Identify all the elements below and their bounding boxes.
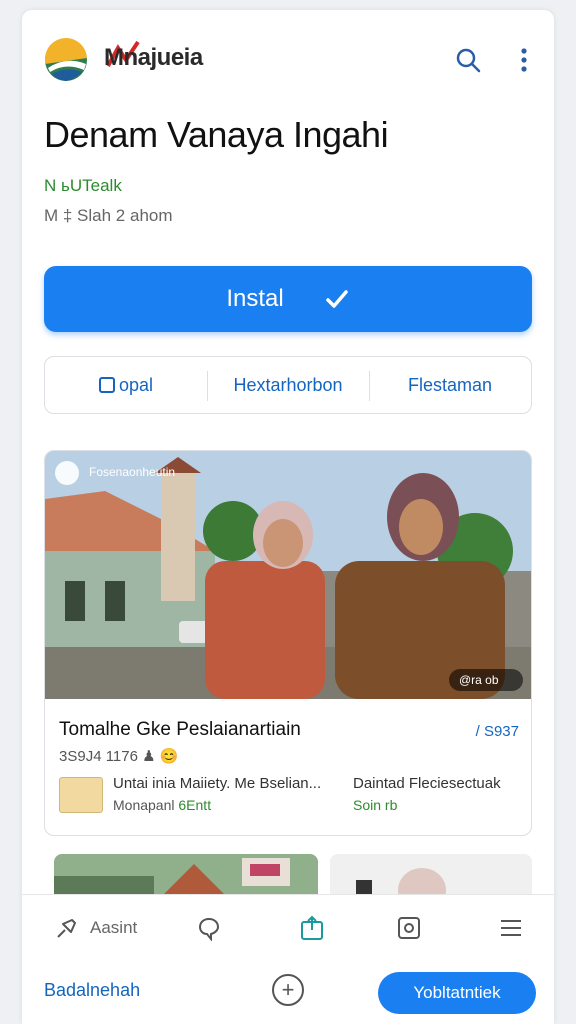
add-button[interactable]: + — [272, 974, 304, 1006]
card-thumbnail — [59, 777, 103, 813]
footer-primary-button[interactable]: Yobltatntiek — [378, 972, 536, 1014]
app-title: Denam Vanaya Ingahi — [44, 114, 389, 155]
app-screen: Mnajueia Denam Vanaya Ingahi N ьUTealk M… — [22, 10, 554, 1024]
card-row-b-accent: 6Entt — [178, 797, 212, 813]
nav-item-chat[interactable] — [196, 913, 222, 943]
tab-label: Hextarhorbon — [233, 374, 343, 395]
card-row-b-prefix: Monapanl — [113, 797, 175, 813]
tab-label: opal — [118, 374, 154, 395]
nav-item-document[interactable] — [396, 913, 422, 943]
nav-item-menu[interactable] — [498, 913, 524, 943]
bottom-nav: Aasint — [22, 894, 554, 960]
card-row-b: Monapanl 6Entt — [113, 797, 211, 813]
search-icon — [456, 48, 481, 73]
document-icon — [398, 917, 420, 939]
photo-caption: Fosenaonheutin — [89, 465, 176, 479]
share-icon — [301, 915, 323, 940]
developer-name[interactable]: N ьUTealk — [44, 176, 122, 196]
square-icon — [98, 377, 115, 393]
photo-badge: @ra ob — [459, 673, 499, 687]
featured-card[interactable]: Fosenaonheutin @ra ob Tomalhe Gke Peslai… — [44, 450, 532, 836]
menu-icon — [501, 920, 521, 936]
check-pen-icon — [325, 290, 348, 308]
app-meta: M ‡ Slah 2 ahom — [44, 206, 173, 225]
tab-hextarhorbon[interactable]: Hextarhorbon — [207, 357, 369, 413]
install-label: Instal — [226, 285, 284, 312]
card-title: Tomalhe Gke Peslaianartiain — [59, 719, 301, 740]
install-button[interactable]: Instal — [44, 266, 532, 332]
footer-link[interactable]: Badalnehah — [44, 980, 140, 1001]
card-badge: / S937 — [475, 723, 519, 740]
card-meta: 3S9J4 1176 ♟ 😊 — [59, 748, 179, 765]
search-button[interactable] — [450, 42, 486, 78]
card-row-c: Daintad Fleciesectuak — [353, 775, 501, 792]
card-row-d: Soin rb — [353, 797, 398, 813]
nav-item-share[interactable] — [298, 913, 326, 943]
chat-icon — [198, 917, 220, 941]
card-row-a: Untai inia Maiiety. Me Bselian... — [113, 775, 322, 792]
app-logo-icon — [44, 38, 87, 81]
next-card-photo[interactable] — [54, 854, 318, 894]
nav-item-aasint[interactable]: Aasint — [54, 913, 137, 943]
top-bar: Mnajueia — [22, 38, 554, 82]
tab-label: Flestaman — [407, 374, 493, 395]
tab-bar: opal Hextarhorbon Flestaman — [44, 356, 532, 414]
featured-photo — [45, 451, 531, 699]
plus-icon: + — [281, 977, 295, 1002]
more-vert-icon — [521, 48, 527, 72]
tab-flestaman[interactable]: Flestaman — [369, 357, 531, 413]
nav-label: Aasint — [90, 918, 138, 937]
footer-bar: Badalnehah + Yobltatntiek — [22, 960, 554, 1024]
more-button[interactable] — [506, 42, 542, 78]
tab-opal[interactable]: opal — [45, 357, 207, 413]
pin-icon — [57, 919, 76, 938]
brand-name: Mnajueia — [104, 44, 203, 71]
next-card-photo-2[interactable] — [330, 854, 532, 894]
